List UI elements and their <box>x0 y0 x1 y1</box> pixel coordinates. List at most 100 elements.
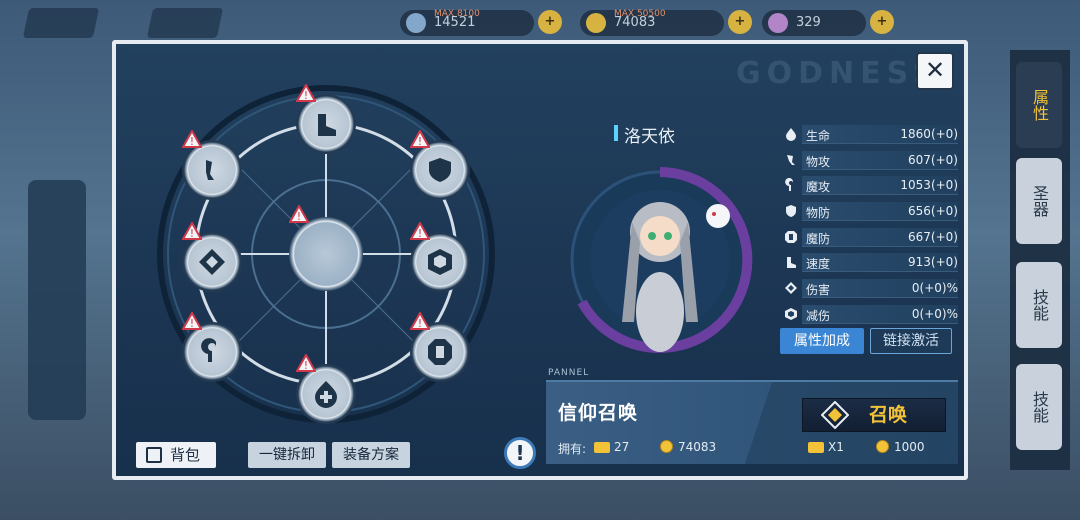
slot-armor[interactable]: ! <box>410 130 470 200</box>
warning-icon: ! <box>182 130 202 148</box>
crystal-icon <box>406 13 426 33</box>
stats-list: 生命 1860(+0) 物攻 607(+0) 魔攻 1053(+0) 物防 65… <box>782 122 962 328</box>
attribute-bonus-button[interactable]: 属性加成 <box>780 328 864 354</box>
stat-value: 1053(+0) <box>900 178 958 193</box>
sword-icon <box>206 160 214 180</box>
magic-icon <box>785 178 793 192</box>
equipment-panel: GODNESS ✕ ! ! ! ! ! ! ! ! ! 背包 一键拆卸 装备方案… <box>112 40 968 480</box>
diamond-icon <box>199 249 225 275</box>
summon-title: 信仰召唤 <box>558 402 639 424</box>
cube-icon <box>428 249 452 275</box>
slot-ring[interactable]: ! <box>182 312 242 382</box>
tickets-owned: 27 <box>614 440 630 454</box>
add-button[interactable]: + <box>870 10 894 34</box>
warning-icon: ! <box>182 222 202 240</box>
svg-text:!: ! <box>418 135 422 148</box>
stat-row-hp: 生命 1860(+0) <box>782 122 962 148</box>
drop-icon <box>786 128 796 141</box>
boot-icon <box>318 114 336 136</box>
stat-label: 物防 <box>806 206 831 221</box>
stat-value: 667(+0) <box>908 229 958 244</box>
add-button[interactable]: + <box>728 10 752 34</box>
stat-label: 减伤 <box>806 308 831 323</box>
stat-value: 0(+0)% <box>911 306 958 321</box>
equip-plan-button[interactable]: 装备方案 <box>332 442 410 468</box>
slot-weapon[interactable]: ! <box>182 130 242 200</box>
hook-icon <box>201 338 216 362</box>
coin-icon <box>876 440 889 453</box>
back-button[interactable] <box>22 8 100 38</box>
coin-icon <box>660 440 673 453</box>
boot-icon <box>787 257 796 269</box>
summon-button[interactable]: 召唤 <box>802 398 946 432</box>
slot-gem[interactable]: ! <box>410 312 470 382</box>
warning-icon: ! <box>289 205 309 223</box>
stat-row-speed: 速度 913(+0) <box>782 250 962 276</box>
summon-emblem-icon <box>821 401 849 429</box>
tab-relic[interactable]: 圣器 <box>1016 158 1062 244</box>
stat-label: 魔攻 <box>806 180 831 195</box>
warning-icon: ! <box>182 312 202 330</box>
stat-label: 物攻 <box>806 154 831 169</box>
add-button[interactable]: + <box>538 10 562 34</box>
link-activate-button[interactable]: 链接激活 <box>870 328 952 354</box>
reduce-icon <box>785 307 797 320</box>
warning-icon: ! <box>296 84 316 102</box>
svg-text:!: ! <box>418 317 422 330</box>
info-button[interactable]: ! <box>504 437 536 469</box>
damage-icon <box>785 282 797 295</box>
warning-icon: ! <box>296 354 316 372</box>
close-button[interactable]: ✕ <box>916 52 954 90</box>
slot-cube[interactable]: ! <box>410 222 470 292</box>
svg-text:!: ! <box>418 227 422 240</box>
shield-icon <box>786 205 796 218</box>
bag-button[interactable]: 背包 <box>136 442 216 468</box>
slot-potion[interactable]: ! <box>296 354 356 424</box>
home-button[interactable] <box>146 8 224 38</box>
stat-value: 656(+0) <box>908 204 958 219</box>
pannel-tag: PANNEL <box>548 368 590 378</box>
coins-owned: 74083 <box>678 440 717 454</box>
sword-icon <box>787 154 795 165</box>
coin-cost: 1000 <box>894 440 925 454</box>
stat-value: 607(+0) <box>908 152 958 167</box>
unequip-all-button[interactable]: 一键拆卸 <box>248 442 326 468</box>
character-portrait[interactable] <box>562 162 758 358</box>
svg-text:!: ! <box>190 317 194 330</box>
owned-label: 拥有: <box>558 442 587 456</box>
stat-label: 伤害 <box>806 283 831 298</box>
equipment-wheel: ! ! ! ! ! ! ! ! ! <box>156 84 496 424</box>
svg-text:!: ! <box>304 359 308 372</box>
slot-core[interactable]: ! <box>289 205 363 291</box>
stat-row-patk: 物攻 607(+0) <box>782 148 962 174</box>
medic-icon <box>315 381 337 408</box>
stat-row-pdef: 物防 656(+0) <box>782 199 962 225</box>
summon-label: 召唤 <box>868 404 907 426</box>
svg-text:!: ! <box>304 89 308 102</box>
stat-row-mdef: 魔防 667(+0) <box>782 225 962 251</box>
resource-max-label: MAX 8100 <box>434 9 480 19</box>
character-name: 洛天依 <box>614 122 675 147</box>
resource-max-label: MAX 50500 <box>614 9 666 19</box>
character-card-bg <box>28 180 86 420</box>
warning-icon: ! <box>410 312 430 330</box>
svg-text:!: ! <box>190 135 194 148</box>
slot-boots[interactable]: ! <box>296 84 356 154</box>
shield-icon <box>429 158 451 182</box>
stat-label: 魔防 <box>806 231 831 246</box>
svg-text:!: ! <box>297 210 301 223</box>
warning-icon: ! <box>410 130 430 148</box>
slot-accessory[interactable]: ! <box>182 222 242 292</box>
tab-skills[interactable]: 技能 <box>1016 262 1062 348</box>
watermark: GODNESS <box>736 56 941 91</box>
gem-icon <box>768 13 788 33</box>
stat-label: 速度 <box>806 257 831 272</box>
stat-row-matk: 魔攻 1053(+0) <box>782 173 962 199</box>
warning-icon: ! <box>410 222 430 240</box>
magic-shield-icon <box>785 230 797 243</box>
resource-1: MAX 8100 14521 + <box>400 9 562 36</box>
tab-skills-2[interactable]: 技能 <box>1016 364 1062 450</box>
ticket-icon <box>808 442 824 453</box>
resource-3: 329 + <box>762 10 894 36</box>
tab-attributes[interactable]: 属性 <box>1016 62 1062 148</box>
